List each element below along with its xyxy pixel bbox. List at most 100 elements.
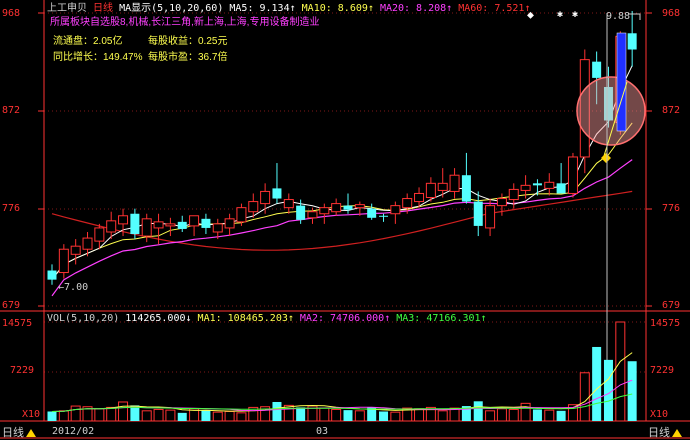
volume-bar <box>532 409 542 421</box>
ma5-line <box>51 65 633 280</box>
volume-bar <box>556 410 566 421</box>
volume-bar <box>615 321 626 422</box>
candle-body <box>473 201 483 226</box>
volume-bar <box>165 409 176 422</box>
candle-body <box>94 227 105 242</box>
float-cap-value: 2.05亿 <box>93 36 123 47</box>
candle-body <box>461 175 471 202</box>
candle-body <box>153 221 164 229</box>
kline-chart[interactable] <box>0 0 690 439</box>
candle-body <box>296 205 306 220</box>
candle-body <box>367 208 377 218</box>
event-mark-2[interactable]: ✱ <box>557 9 563 20</box>
candle-body <box>544 181 555 189</box>
volume-bar <box>212 411 223 422</box>
volume-bar <box>485 410 496 422</box>
candle-body <box>236 207 247 223</box>
period-tab-left[interactable]: 日线 <box>2 424 36 440</box>
candle-body <box>141 218 152 237</box>
growth: 同比增长：149.47% <box>53 52 142 63</box>
volume-bar <box>331 408 342 422</box>
event-mark-3[interactable]: ✱ <box>572 9 578 20</box>
candle-body <box>82 237 93 250</box>
volume-bar <box>296 407 306 421</box>
triangle-up-icon <box>672 429 682 438</box>
volume-bar <box>437 410 448 422</box>
volume-bar <box>177 412 187 421</box>
candle-body <box>307 211 318 219</box>
volume-axis-left-2: X10 <box>22 409 41 420</box>
volume-axis-right-0: 14575 <box>650 318 681 329</box>
candle-body <box>130 213 140 235</box>
candle-body <box>165 223 176 227</box>
volume-bar <box>94 408 105 422</box>
volume-axis-left-1: 7229 <box>10 365 35 376</box>
growth-label: 同比增长： <box>53 52 103 63</box>
volume-bar <box>508 408 519 422</box>
period-label[interactable]: 日线 <box>93 3 113 14</box>
eps-label: 每股收益： <box>148 36 198 47</box>
price-axis-right-0: 968 <box>662 8 681 19</box>
volume-bar <box>118 401 129 422</box>
price-axis-left-3: 679 <box>2 300 21 311</box>
volume-bar <box>390 411 401 422</box>
volume-bar <box>520 402 531 422</box>
sector-line: 所属板块自选股8,机械,长江三角,新上海,上海,专用设备制造业 <box>50 17 320 28</box>
candle-body <box>47 270 57 280</box>
price-axis-right-3: 679 <box>662 300 681 311</box>
event-mark-1[interactable]: ⬥ <box>527 10 534 21</box>
candle-body <box>556 183 566 194</box>
price-axis-right-2: 776 <box>662 203 681 214</box>
candle-body <box>283 199 294 209</box>
eps: 每股收益：0.25元 <box>148 36 227 47</box>
volume-bar <box>603 359 613 421</box>
float-cap-label: 流通盘： <box>53 36 93 47</box>
ma60-value: MA60: 7.521↑ <box>458 3 531 14</box>
volume-bar <box>70 405 81 422</box>
stock-name[interactable]: 上工申贝 <box>47 3 87 14</box>
volume-bar <box>201 410 211 421</box>
price-axis-left-0: 968 <box>2 8 21 19</box>
candle-body <box>567 156 578 194</box>
eps-value: 0.25元 <box>198 36 228 47</box>
ma5-value: MA5: 9.134↑ <box>229 3 296 14</box>
volume-title: VOL(5,10,20) <box>47 313 120 324</box>
candle-body <box>118 215 129 225</box>
period-tab-left-label: 日线 <box>2 427 24 439</box>
volume-value: 114265.000↓ <box>125 313 192 324</box>
candle-body <box>343 205 353 210</box>
ma10-value: MA10: 8.609↑ <box>301 3 374 14</box>
candle-body <box>177 221 187 229</box>
candle-body <box>449 174 460 192</box>
chart-header: 上工申贝 日线 MA显示(5,10,20,60) MA5: 9.134↑ MA1… <box>47 3 530 14</box>
candle-body <box>520 184 531 191</box>
volume-bar <box>224 410 235 422</box>
candle-body <box>248 201 259 213</box>
highlight-bar <box>616 32 627 132</box>
float-cap: 流通盘：2.05亿 <box>53 36 122 47</box>
high-price-value: 9.88 <box>606 11 631 22</box>
volume-bar <box>544 409 555 422</box>
triangle-up-icon <box>26 429 36 438</box>
low-price-value: 7.00 <box>64 282 89 293</box>
period-tab-right[interactable]: 日线 <box>648 424 682 440</box>
volume-bar <box>473 401 483 421</box>
ma10-line <box>51 122 633 280</box>
volume-bar <box>272 401 282 421</box>
candle-body <box>212 223 223 233</box>
volume-bar <box>319 407 330 422</box>
candle-body <box>70 245 81 255</box>
vol-ma1-line <box>51 352 633 412</box>
volume-bar <box>141 410 152 422</box>
candle-body <box>508 188 519 201</box>
volume-bar <box>236 412 247 422</box>
volume-header: VOL(5,10,20) 114265.000↓ MA1: 108465.203… <box>47 313 487 324</box>
growth-value: 149.47% <box>103 52 143 63</box>
candle-body <box>532 183 542 186</box>
volume-axis-right-2: X10 <box>650 409 669 420</box>
candle-body <box>260 190 271 205</box>
volume-bar <box>496 408 507 422</box>
candle-body <box>485 205 496 229</box>
date-start: 2012/02 <box>52 426 95 437</box>
volume-bar <box>153 408 164 422</box>
